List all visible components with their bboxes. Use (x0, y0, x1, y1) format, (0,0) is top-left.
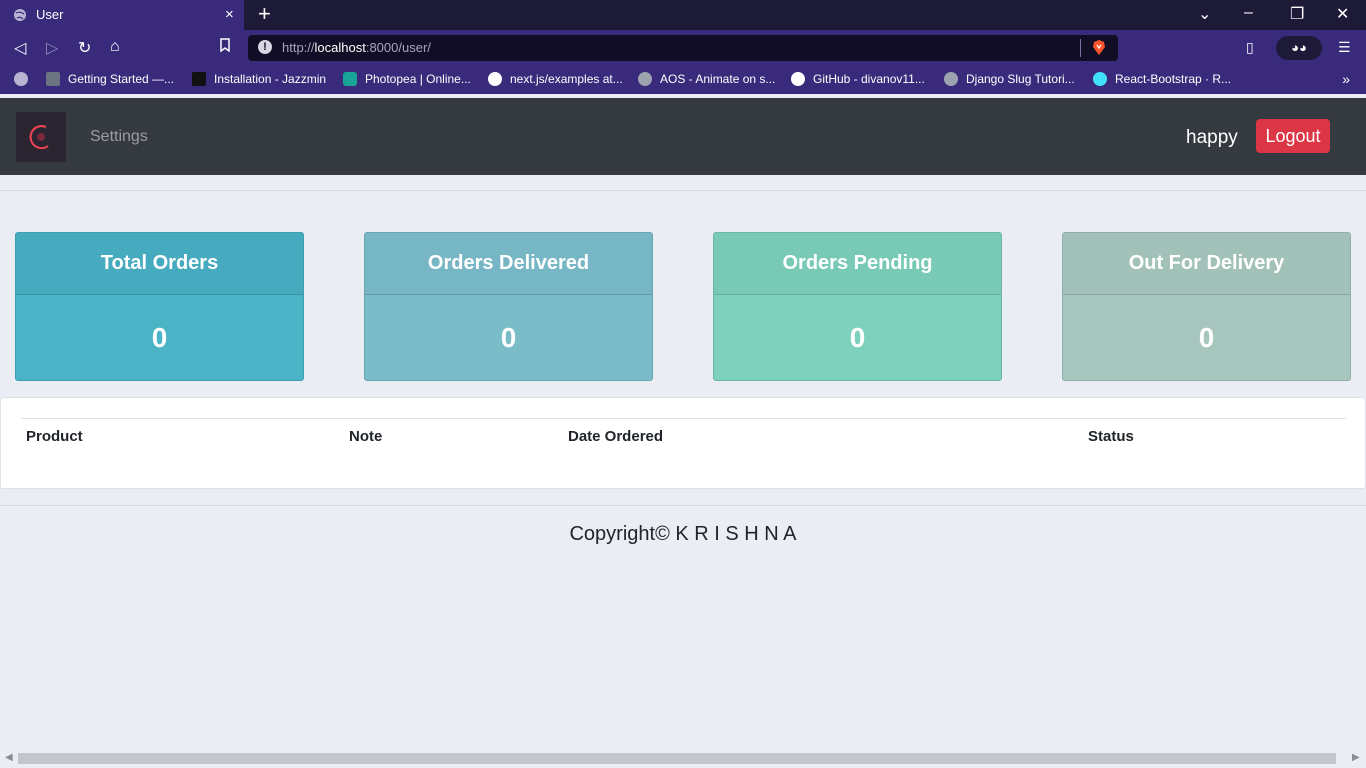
card-orders-delivered: Orders Delivered 0 (364, 232, 653, 381)
vpn-glasses-icon[interactable]: ◕◕ (1276, 36, 1322, 60)
bookmark-photopea[interactable]: Photopea | Online... (343, 72, 471, 86)
home-icon[interactable]: ⌂ (110, 38, 120, 56)
bookmark-aos[interactable]: AOS - Animate on s... (638, 72, 775, 86)
minimize-icon[interactable]: – (1244, 4, 1253, 22)
card-out-for-delivery: Out For Delivery 0 (1062, 232, 1351, 381)
browser-tab-active[interactable]: User × (0, 0, 244, 30)
address-bar[interactable]: ! http://localhost:8000/user/ (248, 35, 1118, 61)
brave-shields-icon[interactable] (1092, 39, 1106, 61)
tab-list-chevron-icon[interactable]: ⌄ (1198, 4, 1211, 24)
column-header-date-ordered: Date Ordered (568, 428, 664, 445)
bookmarks-overflow-icon[interactable]: » (1342, 71, 1350, 87)
back-icon[interactable]: ◁ (14, 38, 26, 58)
bookmark-react-bootstrap[interactable]: React-Bootstrap · R... (1093, 72, 1231, 86)
horizontal-scrollbar[interactable]: ◀ ▶ (0, 750, 1366, 768)
card-title: Orders Pending (714, 233, 1001, 295)
orders-table: Product Note Date Ordered Status (0, 397, 1366, 489)
tab-close-icon[interactable]: × (225, 6, 234, 23)
card-value: 0 (1198, 322, 1215, 353)
column-header-status: Status (1088, 428, 1134, 445)
card-value: 0 (500, 322, 517, 353)
divider-top (0, 190, 1366, 191)
url-separator (1080, 39, 1081, 57)
bookmark-favicon-icon (46, 72, 60, 86)
reload-icon[interactable]: ↻ (78, 38, 91, 58)
column-header-product: Product (26, 428, 83, 445)
scroll-left-icon[interactable]: ◀ (5, 752, 13, 763)
sidebar-icon[interactable]: ▯ (1246, 39, 1254, 56)
bookmark-getting-started[interactable]: Getting Started —... (46, 72, 174, 86)
column-header-note: Note (349, 428, 383, 445)
card-value: 0 (151, 322, 168, 353)
bookmark-django-slug[interactable]: Django Slug Tutori... (944, 72, 1075, 86)
globe-icon (13, 8, 27, 27)
bookmark-jazzmin[interactable]: Installation - Jazzmin (192, 72, 326, 86)
window-close-icon[interactable]: ✕ (1336, 4, 1349, 24)
card-title: Orders Delivered (365, 233, 652, 295)
card-total-orders: Total Orders 0 (15, 232, 304, 381)
forward-icon[interactable]: ▷ (46, 38, 58, 58)
scroll-right-icon[interactable]: ▶ (1352, 752, 1360, 763)
card-orders-pending: Orders Pending 0 (713, 232, 1002, 381)
new-tab-button[interactable]: + (258, 2, 271, 26)
scrollbar-thumb[interactable] (18, 753, 1336, 764)
nav-settings-link[interactable]: Settings (90, 128, 148, 146)
browser-toolbar: ◁ ▷ ↻ ⌂ ! http://localhost:8000/user/ ▯ … (0, 30, 1366, 66)
browser-tab-strip: User × + ⌄ – ❐ ✕ (0, 0, 1366, 30)
bookmark-github-divanov[interactable]: GitHub - divanov11... (791, 72, 925, 86)
card-title: Out For Delivery (1063, 233, 1350, 295)
nav-username: happy (1186, 127, 1238, 148)
card-title: Total Orders (16, 233, 303, 295)
logo-icon (29, 125, 49, 150)
footer-copyright: Copyright© K R I S H N A (569, 523, 797, 545)
bookmark-icon[interactable] (219, 38, 231, 57)
tab-title: User (36, 7, 64, 22)
logout-button[interactable]: Logout (1256, 119, 1330, 153)
site-navbar: Settings happy Logout (0, 98, 1366, 175)
bookmark-globe-icon[interactable] (14, 72, 36, 86)
card-value: 0 (849, 322, 866, 353)
bookmarks-bar: Getting Started —... Installation - Jazz… (0, 66, 1366, 94)
restore-icon[interactable]: ❐ (1290, 4, 1304, 24)
table-top-border (21, 418, 1346, 419)
site-info-icon[interactable]: ! (258, 40, 272, 54)
url-text[interactable]: http://localhost:8000/user/ (282, 40, 431, 55)
bookmark-nextjs[interactable]: next.js/examples at... (488, 72, 623, 86)
menu-icon[interactable]: ☰ (1338, 39, 1351, 56)
site-logo[interactable] (16, 112, 66, 162)
divider-bottom (0, 505, 1366, 506)
